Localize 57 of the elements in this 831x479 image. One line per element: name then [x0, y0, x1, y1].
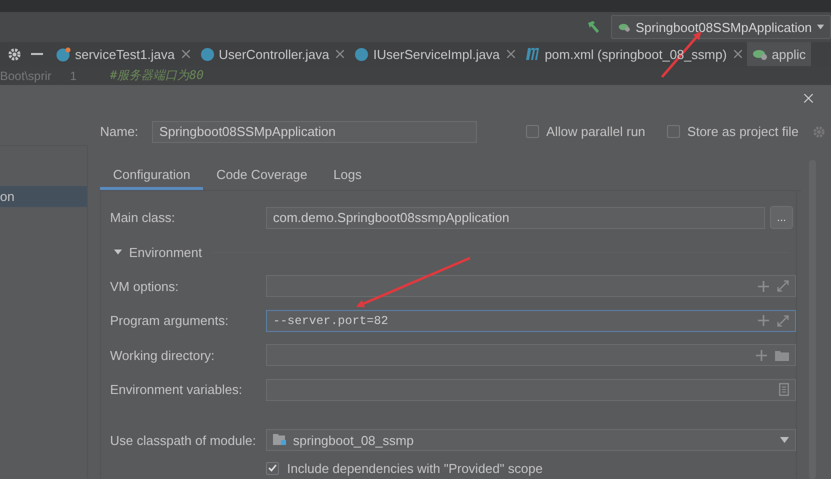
browse-button[interactable]: ...	[770, 206, 793, 230]
minimize-icon[interactable]	[31, 53, 43, 55]
checkbox-label: Include dependencies with "Provided" scope	[287, 460, 543, 476]
editor-tab[interactable]: applic	[746, 42, 811, 66]
run-configuration-dropdown[interactable]: Springboot08SSMpApplication	[611, 15, 831, 39]
field-label: VM options:	[110, 278, 180, 294]
input-field[interactable]	[266, 344, 796, 366]
plus-icon[interactable]	[756, 350, 767, 361]
spring-icon	[752, 47, 768, 61]
close-icon[interactable]	[182, 50, 190, 58]
configuration-item[interactable]: on	[0, 186, 87, 207]
input-field[interactable]	[266, 378, 796, 401]
folder-icon[interactable]	[775, 350, 789, 361]
editor-tab[interactable]: serviceTest1.java	[51, 42, 195, 66]
line-number: 1	[70, 68, 78, 82]
plus-icon[interactable]	[758, 280, 769, 292]
field-label: Main class:	[110, 210, 176, 226]
checkbox-label: Store as project file	[687, 124, 799, 139]
breadcrumb-path: Boot\sprir	[0, 68, 52, 82]
class-icon	[200, 46, 215, 62]
maven-icon	[524, 48, 541, 60]
class-icon	[354, 46, 370, 62]
expanded-arrow-icon[interactable]	[114, 248, 122, 256]
section-header: Environment	[129, 244, 202, 260]
checkbox[interactable]	[526, 125, 540, 138]
field-label: Program arguments:	[110, 313, 230, 328]
field-label: Environment variables:	[110, 382, 244, 398]
settings-icon[interactable]	[8, 48, 21, 60]
caret-icon	[780, 437, 789, 443]
editor-tab[interactable]: UserController.java	[194, 42, 350, 66]
dialog-tab[interactable]: Code Coverage	[203, 160, 320, 190]
name-label: Name:	[100, 124, 138, 139]
dialog-tab[interactable]: Logs	[320, 160, 375, 190]
field-label: Working directory:	[110, 348, 216, 363]
module-icon	[273, 434, 287, 446]
dialog-tab[interactable]: Configuration	[100, 160, 204, 190]
name-field[interactable]: Springboot08SSMpApplication	[152, 120, 478, 142]
caret-icon	[816, 24, 824, 30]
editor-tab[interactable]: IUserServiceImpl.java	[349, 42, 520, 66]
close-icon[interactable]	[734, 50, 742, 58]
checkbox[interactable]	[266, 462, 279, 474]
main-class-field[interactable]: com.demo.Springboot08ssmpApplication	[266, 206, 765, 229]
input-field[interactable]	[266, 275, 796, 298]
checkbox-label: Allow parallel run	[546, 124, 646, 139]
expand-icon[interactable]	[777, 314, 789, 327]
close-icon[interactable]	[506, 50, 515, 58]
field-label: Use classpath of module:	[110, 432, 257, 448]
close-icon[interactable]	[803, 94, 814, 102]
checkbox[interactable]	[667, 125, 680, 138]
plus-icon[interactable]	[758, 315, 769, 326]
expand-icon[interactable]	[777, 280, 789, 292]
input-field[interactable]: --server.port=82	[266, 310, 796, 332]
class-icon	[56, 46, 71, 62]
code-line: #服务器端口为80	[110, 67, 204, 84]
module-dropdown[interactable]: springboot_08_ssmp	[266, 429, 796, 451]
close-icon[interactable]	[336, 50, 344, 58]
document-icon[interactable]	[779, 383, 789, 396]
